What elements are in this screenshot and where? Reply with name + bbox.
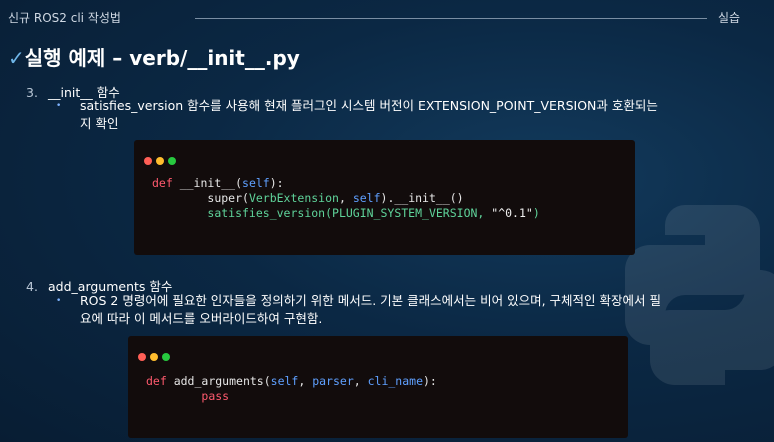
code-token: ) (532, 206, 540, 220)
code-token: ): (269, 176, 284, 190)
code-token: self (242, 176, 270, 190)
bullet-line: satisfies_version 함수를 사용해 현재 플러그인 시스템 버전… (80, 98, 658, 113)
header-title: 신규 ROS2 cli 작성법 (8, 11, 121, 25)
header-section-label: 실습 (718, 11, 741, 25)
code-text: def __init__(self): super(VerbExtension,… (152, 176, 540, 221)
code-token: VerbExtension (248, 191, 339, 205)
code-block: def add_arguments(self, parser, cli_name… (128, 336, 628, 438)
code-token: "^0.1" (491, 206, 533, 220)
code-token: ).__init__() (380, 191, 464, 205)
code-token: def (146, 374, 167, 388)
list-item-number: 4. (26, 279, 38, 294)
code-block: def __init__(self): super(VerbExtension,… (134, 140, 635, 255)
window-dots-icon (138, 346, 174, 365)
code-token: def (152, 176, 173, 190)
window-dots-icon (144, 150, 180, 169)
green-dot-icon (168, 157, 176, 165)
bullet-text: ROS 2 명령어에 필요한 인자들을 정의하기 위한 메서드. 기본 클래스에… (80, 292, 760, 328)
page-title-text: 실행 예제 – verb/__init__.py (24, 46, 300, 70)
header-divider (195, 18, 707, 19)
bullet-text: satisfies_version 함수를 사용해 현재 플러그인 시스템 버전… (80, 97, 740, 133)
code-token: , (477, 206, 492, 220)
code-token: cli_name (367, 374, 423, 388)
code-token: , (353, 374, 368, 388)
code-token: super( (207, 191, 249, 205)
red-dot-icon (138, 353, 146, 361)
bullet-line: 요에 따라 이 메서드를 오버라이드하여 구현함. (80, 311, 323, 326)
bullet-line: ROS 2 명령어에 필요한 인자들을 정의하기 위한 메서드. 기본 클래스에… (80, 293, 661, 308)
red-dot-icon (144, 157, 152, 165)
page-title: ✓실행 예제 – verb/__init__.py (8, 42, 300, 71)
code-token: self (352, 191, 381, 205)
code-token: self (270, 374, 299, 388)
bullet-icon: • (56, 101, 62, 111)
slide-header: 신규 ROS2 cli 작성법 실습 (0, 0, 774, 38)
green-dot-icon (162, 353, 170, 361)
code-token: add_arguments( (166, 374, 271, 388)
code-text: def add_arguments(self, parser, cli_name… (146, 374, 437, 404)
code-token: , (298, 374, 313, 388)
yellow-dot-icon (150, 353, 158, 361)
code-token: satisfies_version( (207, 206, 333, 220)
bullet-line: 지 확인 (80, 116, 119, 131)
code-token: __init__( (172, 176, 243, 190)
code-token: parser (312, 374, 354, 388)
bullet-icon: • (56, 296, 62, 306)
code-token: , (338, 191, 353, 205)
code-token: ): (423, 374, 437, 388)
yellow-dot-icon (156, 157, 164, 165)
code-token: PLUGIN_SYSTEM_VERSION (332, 206, 478, 220)
list-item-number: 3. (26, 85, 38, 100)
code-token: pass (201, 389, 230, 403)
checkmark-icon: ✓ (8, 46, 25, 70)
